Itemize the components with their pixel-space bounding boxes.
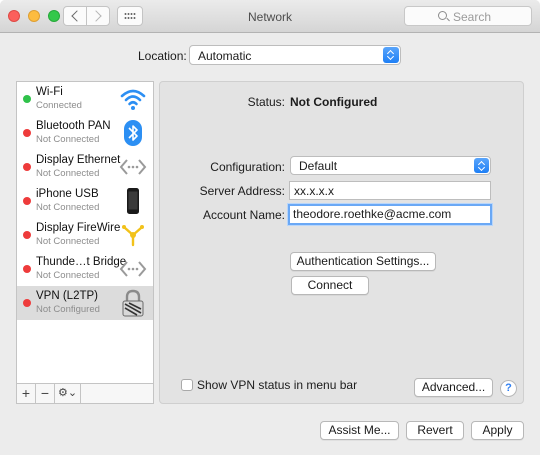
help-button[interactable]: ? (500, 380, 517, 397)
remove-service-button[interactable]: − (36, 384, 55, 403)
service-item-thunderbolt-bridge[interactable]: Thunde…t Bridge Not Connected (17, 252, 153, 286)
service-status: Not Connected (36, 202, 100, 213)
vpn-lock-icon (122, 289, 144, 317)
configuration-label: Configuration: (210, 160, 285, 174)
status-dot (23, 95, 31, 103)
firewire-icon (122, 225, 144, 247)
account-name-value: theodore.roethke@acme.com (293, 207, 452, 221)
account-name-field[interactable]: theodore.roethke@acme.com (288, 204, 492, 225)
service-list: Wi-Fi Connected Bluetooth PAN Not Connec… (16, 81, 154, 384)
service-item-display-ethernet[interactable]: Display Ethernet Not Connected (17, 150, 153, 184)
location-value: Automatic (198, 49, 252, 63)
authentication-settings-button[interactable]: Authentication Settings... (290, 252, 436, 271)
show-vpn-status-checkbox[interactable] (181, 379, 193, 391)
configuration-select[interactable]: Default (290, 156, 491, 175)
network-preferences-window: Network Search Location: Automatic Wi-Fi… (0, 0, 540, 455)
iphone-icon (127, 188, 139, 214)
wifi-icon (120, 89, 146, 110)
status-value: Not Configured (290, 95, 378, 109)
service-status: Connected (36, 100, 82, 111)
service-status: Not Connected (36, 168, 100, 179)
search-placeholder: Search (453, 10, 492, 24)
status-dot (23, 129, 31, 137)
status-dot (23, 197, 31, 205)
apply-button[interactable]: Apply (471, 421, 524, 440)
vpn-settings-panel (159, 81, 524, 404)
revert-button[interactable]: Revert (406, 421, 464, 440)
status-dot (23, 163, 31, 171)
service-item-vpn-l2tp[interactable]: VPN (L2TP) Not Configured (17, 286, 153, 320)
location-label: Location: (138, 49, 187, 63)
service-item-iphone-usb[interactable]: iPhone USB Not Connected (17, 184, 153, 218)
service-name: Bluetooth PAN (36, 120, 111, 132)
add-service-button[interactable]: + (17, 384, 36, 403)
service-status: Not Connected (36, 270, 100, 281)
service-name: iPhone USB (36, 188, 99, 200)
title-bar: Network Search (0, 0, 540, 33)
service-list-toolbar: + − ⚙⌄ (16, 384, 154, 404)
status-dot (23, 299, 31, 307)
status-dot (23, 231, 31, 239)
ethernet-icon (119, 159, 147, 175)
service-name: Thunde…t Bridge (36, 256, 127, 268)
search-icon (438, 11, 447, 20)
chevron-updown-icon (474, 158, 489, 173)
service-status: Not Connected (36, 134, 100, 145)
service-item-bluetooth-pan[interactable]: Bluetooth PAN Not Connected (17, 116, 153, 150)
account-name-label: Account Name: (202, 208, 285, 222)
configuration-value: Default (299, 159, 338, 173)
status-dot (23, 265, 31, 273)
service-item-display-firewire[interactable]: Display FireWire Not Connected (17, 218, 153, 252)
show-vpn-status-label: Show VPN status in menu bar (197, 378, 358, 392)
service-name: Display Ethernet (36, 154, 121, 166)
connect-button[interactable]: Connect (291, 276, 369, 295)
service-item-wifi[interactable]: Wi-Fi Connected (17, 82, 153, 116)
search-field[interactable]: Search (404, 6, 532, 26)
service-name: Display FireWire (36, 222, 121, 234)
service-name: VPN (L2TP) (36, 290, 98, 302)
bluetooth-icon (124, 120, 142, 146)
thunderbolt-bridge-icon (119, 261, 147, 277)
location-select[interactable]: Automatic (189, 45, 401, 65)
server-address-label: Server Address: (199, 184, 285, 198)
service-status: Not Connected (36, 236, 100, 247)
service-status: Not Configured (36, 304, 100, 315)
service-name: Wi-Fi (36, 86, 63, 98)
chevron-updown-icon (383, 47, 399, 63)
gear-menu-button[interactable]: ⚙⌄ (55, 384, 81, 403)
status-label: Status: (247, 95, 285, 109)
advanced-button[interactable]: Advanced... (414, 378, 493, 397)
assist-me-button[interactable]: Assist Me... (320, 421, 399, 440)
server-address-field[interactable]: xx.x.x.x (289, 181, 491, 200)
